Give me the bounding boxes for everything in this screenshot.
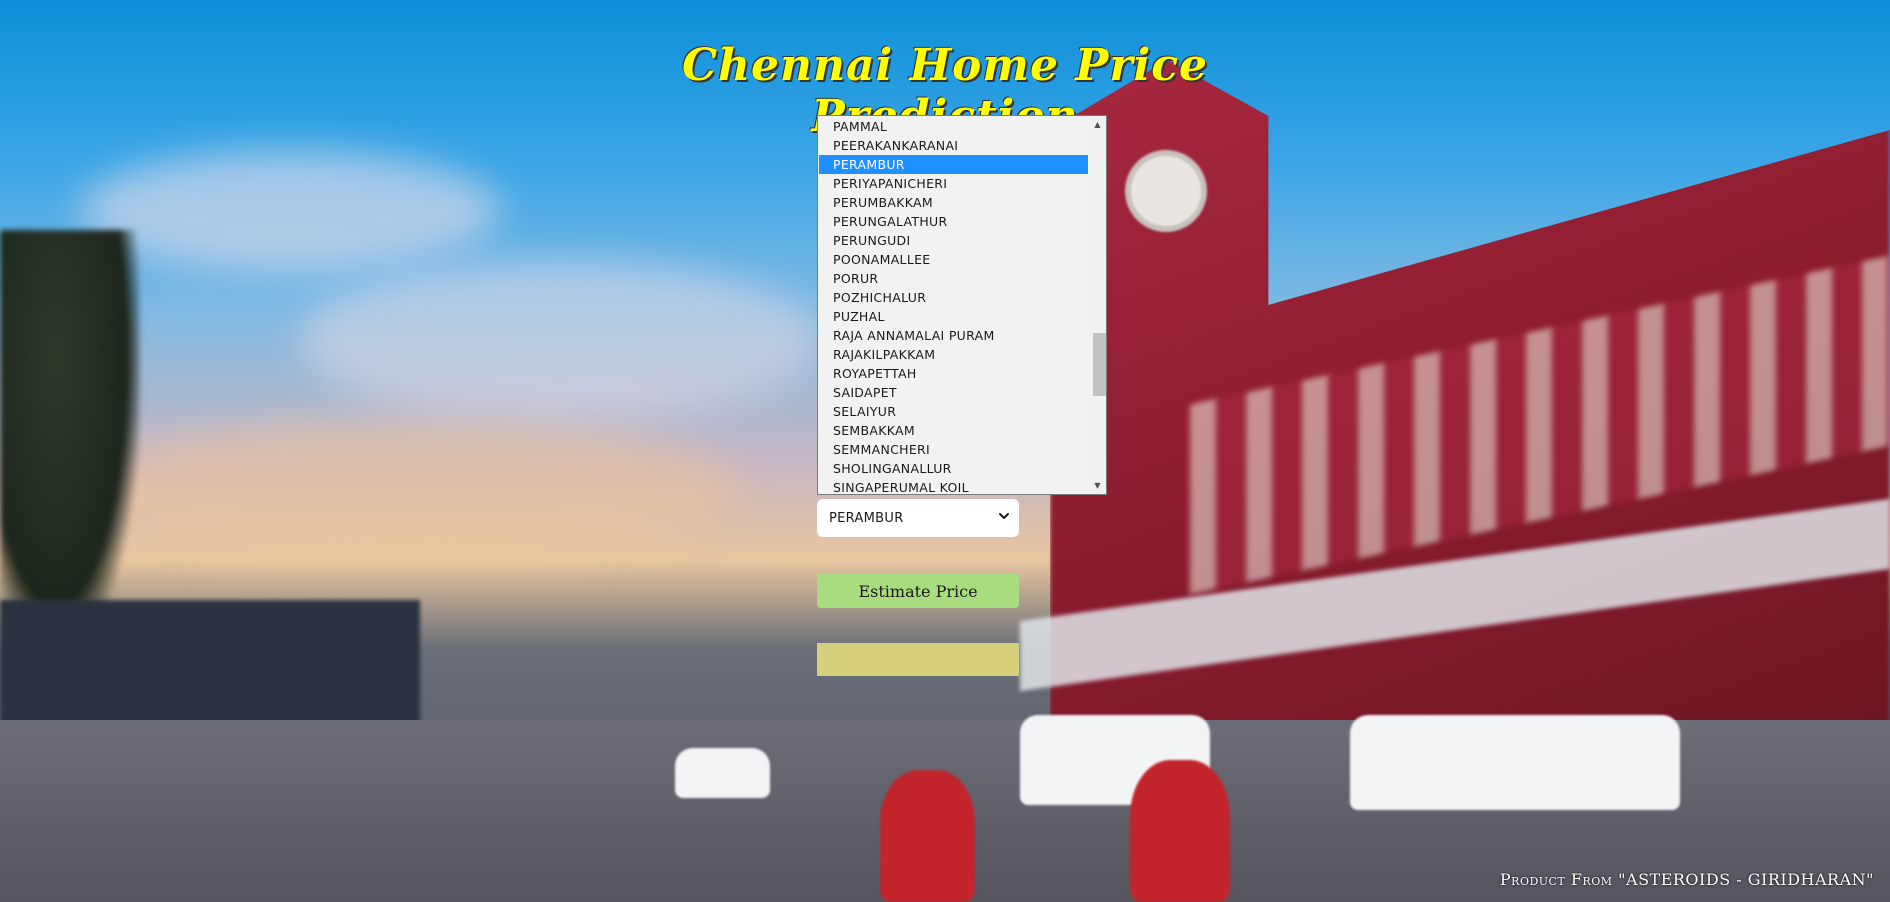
list-item[interactable]: PERIYAPANICHERI — [819, 174, 1088, 193]
chevron-down-icon — [999, 513, 1009, 519]
background-clock — [1125, 150, 1207, 232]
footer-credit: Product From "ASTEROIDS - GIRIDHARAN" — [1499, 870, 1874, 889]
estimate-price-button[interactable]: Estimate Price — [817, 573, 1019, 608]
background-car — [675, 748, 770, 798]
list-item[interactable]: SELAIYUR — [819, 402, 1088, 421]
background-person — [1130, 760, 1230, 902]
price-result — [817, 643, 1019, 676]
list-item[interactable]: SEMMANCHERI — [819, 440, 1088, 459]
list-item[interactable]: PEERAKANKARANAI — [819, 136, 1088, 155]
list-item[interactable]: SAIDAPET — [819, 383, 1088, 402]
listbox-scrollbar[interactable]: ▲ ▼ — [1089, 116, 1106, 494]
list-item[interactable]: POONAMALLEE — [819, 250, 1088, 269]
triangle-up-icon[interactable]: ▲ — [1089, 116, 1106, 133]
list-item[interactable]: PERUNGALATHUR — [819, 212, 1088, 231]
location-select-value: PERAMBUR — [829, 510, 904, 526]
list-item[interactable]: POZHICHALUR — [819, 288, 1088, 307]
list-item[interactable]: PAMMAL — [819, 117, 1088, 136]
list-item[interactable]: SEMBAKKAM — [819, 421, 1088, 440]
list-item[interactable]: PERUMBAKKAM — [819, 193, 1088, 212]
list-item[interactable]: PORUR — [819, 269, 1088, 288]
list-item[interactable]: PERAMBUR — [819, 155, 1088, 174]
background-cloud — [60, 420, 740, 560]
background-palm-tree — [0, 230, 140, 650]
page-background: Chennai Home Price Prediction PAMMALPEER… — [0, 0, 1890, 902]
list-item[interactable]: SINGAPERUMAL KOIL — [819, 478, 1088, 494]
list-item[interactable]: RAJA ANNAMALAI PURAM — [819, 326, 1088, 345]
list-item[interactable]: ROYAPETTAH — [819, 364, 1088, 383]
background-car — [1350, 715, 1680, 810]
background-cloud — [80, 150, 500, 270]
list-item[interactable]: RAJAKILPAKKAM — [819, 345, 1088, 364]
list-item[interactable]: SHOLINGANALLUR — [819, 459, 1088, 478]
list-item[interactable]: PUZHAL — [819, 307, 1088, 326]
list-item[interactable]: PERUNGUDI — [819, 231, 1088, 250]
location-listbox[interactable]: PAMMAL PEERAKANKARANAI PERAMBUR PERIYAPANIC… — [817, 115, 1107, 495]
background-person — [880, 770, 975, 902]
triangle-down-icon[interactable]: ▼ — [1089, 477, 1106, 494]
background-cloud — [300, 260, 820, 420]
scrollbar-thumb[interactable] — [1093, 333, 1106, 396]
location-list: PAMMAL PEERAKANKARANAI PERAMBUR PERIYAPANIC… — [818, 116, 1088, 494]
location-select[interactable]: PERAMBUR — [817, 499, 1019, 537]
